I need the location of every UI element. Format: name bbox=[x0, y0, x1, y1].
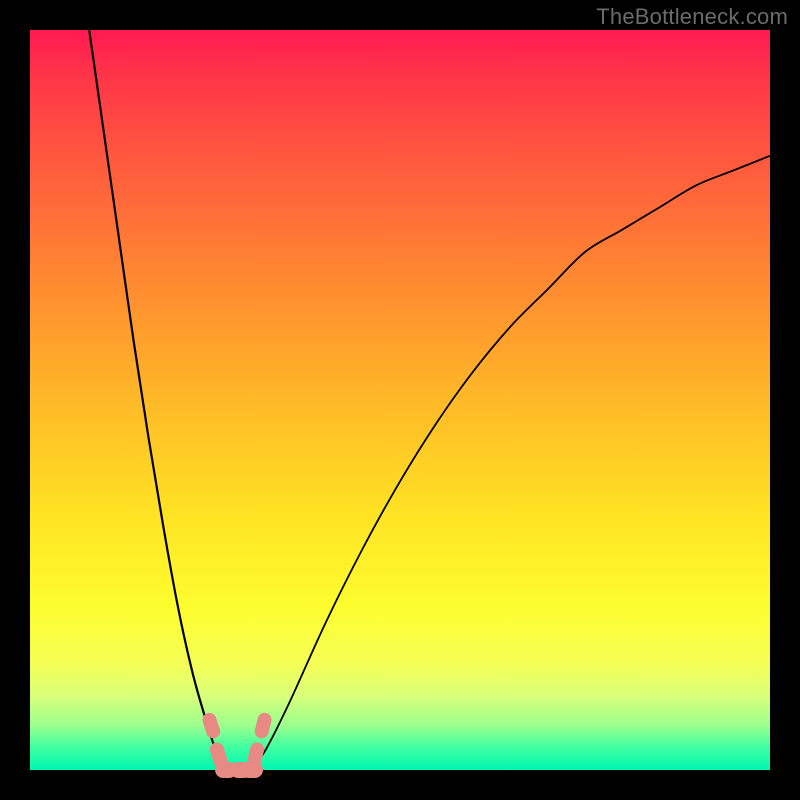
plot-area bbox=[30, 30, 770, 770]
watermark-text: TheBottleneck.com bbox=[596, 4, 788, 30]
curve-right bbox=[252, 156, 770, 770]
base-marker-3 bbox=[241, 762, 263, 778]
curve-layer bbox=[30, 30, 770, 770]
chart-frame: TheBottleneck.com bbox=[0, 0, 800, 800]
marker-group bbox=[201, 711, 273, 778]
right-marker-top bbox=[253, 711, 273, 740]
curve-left bbox=[89, 30, 230, 770]
